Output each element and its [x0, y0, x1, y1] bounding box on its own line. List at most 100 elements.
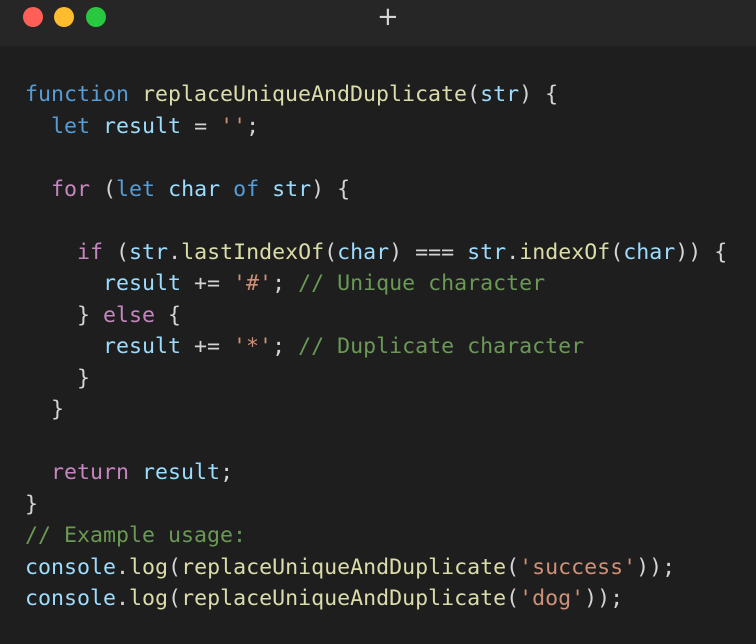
code-token: (	[168, 586, 182, 611]
code-line: } else {	[25, 300, 727, 332]
code-token: }	[25, 365, 91, 391]
code-token: }	[25, 491, 39, 517]
code-token: 'success'	[519, 554, 637, 580]
code-token: result	[103, 334, 182, 359]
code-token: function	[25, 82, 130, 107]
plus-icon[interactable]: +	[377, 4, 399, 30]
code-token: console	[25, 554, 117, 580]
code-line: // Example usage:	[25, 520, 727, 552]
code-line: return result;	[25, 457, 727, 489]
code-line: if (str.lastIndexOf(char) === str.indexO…	[25, 237, 727, 269]
code-token: {	[155, 302, 182, 328]
code-token: result	[142, 460, 221, 485]
code-token: 'dog'	[519, 586, 585, 611]
code-token: (	[324, 239, 338, 265]
code-token: .	[116, 586, 130, 611]
code-token: str	[480, 82, 520, 107]
close-window-button[interactable]	[23, 7, 43, 27]
code-token: (	[90, 176, 117, 202]
code-token: +=	[181, 334, 234, 359]
code-token: ) {	[311, 176, 351, 202]
code-token: '#'	[233, 271, 273, 296]
code-line: }	[25, 363, 727, 395]
code-token: for	[51, 176, 91, 202]
code-token: ;	[220, 460, 234, 485]
code-token: replaceUniqueAndDuplicate	[142, 82, 468, 107]
code-token: result	[103, 113, 182, 139]
code-token: // Unique character	[298, 271, 546, 296]
code-token: =	[181, 113, 221, 139]
code-token: str	[272, 176, 312, 202]
window-titlebar: +	[0, 0, 756, 46]
code-line: result += '#'; // Unique character	[25, 268, 727, 300]
minimize-window-button[interactable]	[54, 7, 74, 27]
code-block: function replaceUniqueAndDuplicate(str) …	[25, 79, 727, 615]
code-token: '*'	[233, 334, 273, 359]
code-token: +=	[181, 271, 234, 296]
code-token: indexOf	[519, 239, 611, 265]
code-token: result	[103, 271, 182, 296]
code-token: (	[610, 239, 624, 265]
code-token: if	[77, 239, 104, 265]
code-line: function replaceUniqueAndDuplicate(str) …	[25, 79, 727, 111]
code-token: (	[467, 82, 481, 107]
code-token: .	[168, 239, 182, 265]
code-token: replaceUniqueAndDuplicate	[181, 586, 507, 611]
code-token: of	[233, 176, 260, 202]
code-token: let	[51, 113, 91, 139]
code-token: )	[389, 239, 416, 265]
code-token: .	[116, 554, 130, 580]
code-token: (	[103, 239, 130, 265]
code-token: console	[25, 586, 117, 611]
code-token: ;	[272, 271, 299, 296]
code-token: log	[129, 586, 169, 611]
code-token: // Duplicate character	[298, 334, 585, 359]
code-line: }	[25, 489, 727, 521]
code-token: .	[506, 239, 520, 265]
code-line: console.log(replaceUniqueAndDuplicate('s…	[25, 552, 727, 584]
code-line: result += '*'; // Duplicate character	[25, 331, 727, 363]
code-token: replaceUniqueAndDuplicate	[181, 554, 507, 580]
code-token: return	[51, 460, 130, 485]
code-token: }	[25, 397, 65, 422]
code-token: (	[506, 586, 520, 611]
code-token: }	[25, 302, 104, 328]
code-token: ;	[246, 113, 260, 139]
code-token: else	[103, 302, 156, 328]
code-token: (	[168, 554, 182, 580]
code-token: ));	[584, 586, 624, 611]
code-token: ''	[220, 113, 247, 139]
code-token: )) {	[675, 239, 728, 265]
code-token: ));	[636, 554, 676, 580]
code-token: char	[168, 176, 221, 202]
code-token: char	[623, 239, 676, 265]
code-token: log	[129, 554, 169, 580]
code-line: console.log(replaceUniqueAndDuplicate('d…	[25, 583, 727, 615]
maximize-window-button[interactable]	[86, 7, 106, 27]
code-token: lastIndexOf	[181, 239, 325, 265]
code-token: ) {	[519, 82, 559, 107]
code-line: }	[25, 394, 727, 426]
code-line: let result = '';	[25, 111, 727, 143]
code-token: str	[129, 239, 169, 265]
code-token: // Example usage:	[25, 523, 247, 548]
code-token: str	[467, 239, 507, 265]
code-token: let	[116, 176, 156, 202]
code-token: ===	[415, 239, 455, 265]
